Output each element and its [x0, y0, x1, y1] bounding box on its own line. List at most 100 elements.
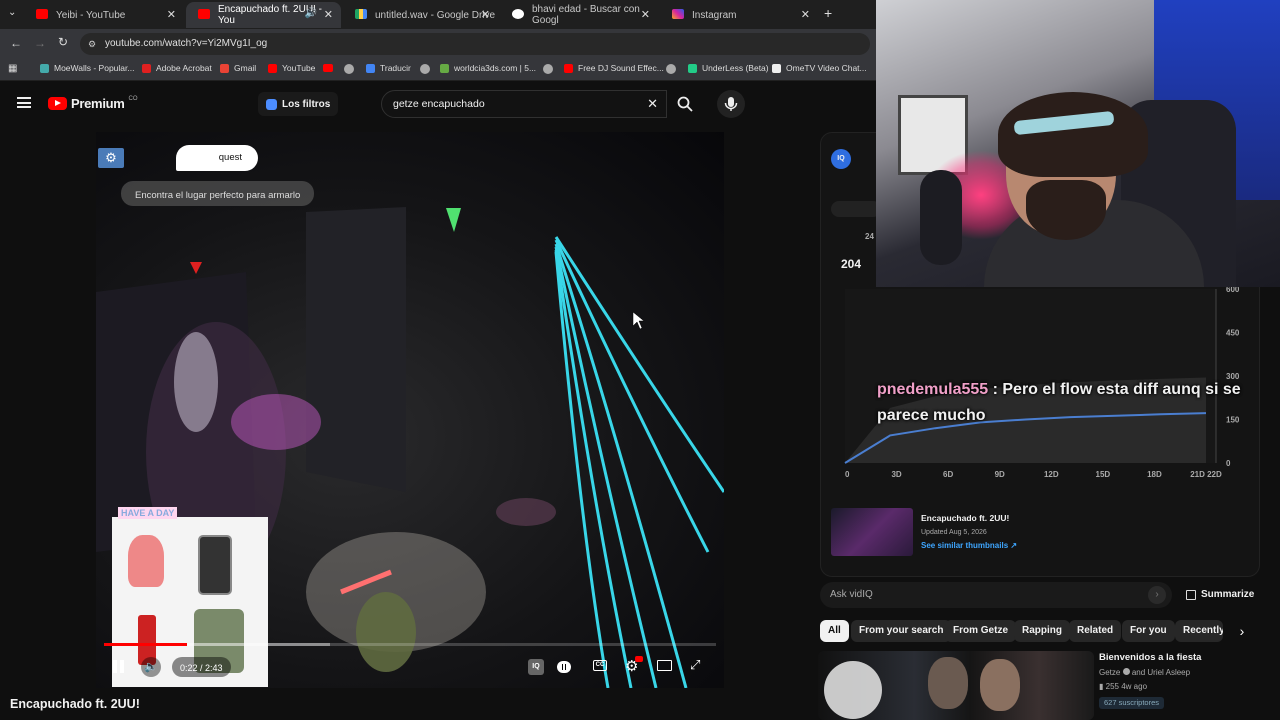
views-icon: ▮ — [1099, 682, 1104, 691]
tab-encapuchado[interactable]: Encapuchado ft. 2UU! - You 🔊 ✕ — [186, 2, 341, 28]
summarize-button[interactable]: Summarize — [1186, 589, 1254, 600]
bookmark-youtube[interactable]: YouTube — [268, 63, 315, 73]
globe-icon[interactable] — [543, 64, 553, 74]
logo-text: Premium — [71, 96, 125, 111]
vidiq-button[interactable]: IQ — [528, 659, 544, 675]
rec-title[interactable]: Bienvenidos a la fiesta — [1099, 652, 1201, 663]
bookmark-gmail[interactable]: Gmail — [220, 63, 256, 73]
chips-next-button[interactable]: › — [1232, 622, 1252, 642]
chat-separator: : — [988, 381, 1003, 398]
sticker-label: HAVE A DAY — [118, 507, 178, 519]
search-input[interactable]: getze encapuchado ✕ — [381, 90, 667, 118]
mouse-cursor-icon — [632, 311, 645, 330]
volume-button[interactable]: 🔈 — [141, 657, 161, 677]
bookmark-traducir[interactable]: Traducir — [366, 63, 411, 73]
clear-search-icon[interactable]: ✕ — [647, 96, 658, 112]
bookmarks-bar: ▦ MoeWalls - Popular... Adobe Acrobat Gm… — [0, 59, 876, 81]
progress-played — [104, 643, 187, 646]
bookmark-worldcia[interactable]: worldcia3ds.com | 5... — [440, 63, 536, 73]
ask-vidiq-input[interactable]: Ask vidIQ › — [820, 582, 1172, 608]
speaker-icon[interactable]: 🔊 — [305, 8, 317, 19]
send-chevron-icon[interactable]: › — [1148, 586, 1166, 604]
youtube-favicon-icon — [36, 9, 48, 19]
filters-label: Los filtros — [282, 98, 331, 110]
settings-gear-icon[interactable]: ⚙ — [98, 148, 124, 168]
youtube-logo[interactable]: Premium CO — [48, 96, 138, 111]
vidiq-logo-icon[interactable]: IQ — [831, 149, 851, 169]
chart-x-tick: 15D — [1096, 470, 1111, 479]
video-title: Encapuchado ft. 2UU! — [10, 697, 140, 711]
chip-from-getze[interactable]: From Getze — [945, 620, 1017, 642]
bape-sticker — [128, 535, 164, 587]
worldcia-icon — [440, 63, 449, 73]
tab-google-search[interactable]: bhavi edad - Buscar con Googl ✕ — [500, 2, 658, 28]
close-tab-icon[interactable]: ✕ — [481, 8, 490, 21]
ometv-icon — [772, 63, 781, 73]
volume-icon: 🔈 — [144, 661, 158, 673]
tab-label: Instagram — [692, 9, 737, 21]
recommended-thumbnail[interactable] — [818, 651, 1094, 720]
drive-favicon-icon — [355, 9, 367, 19]
filters-button[interactable]: Los filtros — [258, 92, 339, 116]
site-info-icon[interactable]: ⚙ — [88, 33, 96, 55]
bookmark-ometv[interactable]: OmeTV Video Chat... — [772, 63, 867, 73]
chip-related[interactable]: Related — [1069, 620, 1122, 642]
fullscreen-button[interactable]: ⤢ — [690, 657, 700, 673]
reload-icon[interactable]: ↻ — [58, 35, 68, 49]
autoplay-pause-icon — [562, 664, 566, 670]
autoplay-toggle[interactable] — [557, 661, 571, 673]
microphone — [920, 170, 962, 265]
tab-search-chevron-icon[interactable]: ⌄ — [8, 7, 16, 18]
hamburger-menu-icon[interactable] — [17, 97, 31, 108]
bookmark-free-dj[interactable]: Free DJ Sound Effec... — [564, 63, 664, 73]
similar-thumbnail[interactable] — [831, 508, 913, 556]
verified-icon — [1122, 668, 1130, 675]
rec-channel[interactable]: Getze and Uriel Asleep — [1099, 668, 1190, 677]
video-player[interactable]: ⚙ quest Encontra el lugar perfecto para … — [96, 132, 724, 688]
close-tab-icon[interactable]: ✕ — [324, 8, 333, 21]
pause-button[interactable] — [113, 660, 127, 674]
youtube-small-icon[interactable] — [323, 64, 333, 72]
close-tab-icon[interactable]: ✕ — [801, 8, 810, 21]
tab-yeibi[interactable]: Yeibi - YouTube ✕ — [24, 2, 184, 28]
theater-mode-button[interactable] — [657, 660, 672, 671]
url-input[interactable]: ⚙ youtube.com/watch?v=Yi2MVg1I_og — [80, 33, 870, 55]
captions-button[interactable]: CC — [593, 660, 607, 671]
book-icon — [1186, 589, 1196, 600]
tab-google-drive[interactable]: untitled.wav - Google Drive ✕ — [343, 2, 498, 28]
translate-icon — [366, 63, 375, 73]
address-toolbar: ← → ↻ ⚙ youtube.com/watch?v=Yi2MVg1I_og — [0, 29, 876, 59]
apps-grid-icon[interactable]: ▦ — [8, 63, 17, 74]
globe-icon[interactable] — [344, 64, 354, 74]
forward-icon[interactable]: → — [34, 36, 46, 50]
progress-bar[interactable] — [104, 643, 716, 646]
chart-y-tick: 450 — [1226, 329, 1240, 338]
chip-for-you[interactable]: For you — [1122, 620, 1175, 642]
moewalls-icon — [40, 63, 49, 73]
voice-search-button[interactable] — [717, 90, 745, 118]
youtube-favicon-icon — [198, 9, 210, 19]
globe-icon[interactable] — [420, 64, 430, 74]
similar-thumbnails-link[interactable]: See similar thumbnails ↗ — [921, 541, 1017, 550]
chart-y-tick: 0 — [1226, 459, 1231, 468]
underless-icon — [688, 63, 697, 73]
close-tab-icon[interactable]: ✕ — [641, 8, 650, 21]
bookmark-underless[interactable]: UnderLess (Beta) — [688, 63, 769, 73]
close-tab-icon[interactable]: ✕ — [167, 8, 176, 21]
search-button[interactable] — [667, 90, 703, 118]
panel-search-bar — [831, 201, 881, 217]
tab-instagram[interactable]: Instagram ✕ — [660, 2, 818, 28]
bookmark-acrobat[interactable]: Adobe Acrobat — [142, 63, 212, 73]
chart-x-tick: 6D — [943, 470, 953, 479]
search-icon — [677, 96, 693, 112]
back-icon[interactable]: ← — [10, 36, 22, 50]
chip-rapping[interactable]: Rapping — [1014, 620, 1070, 642]
new-tab-icon[interactable]: + — [824, 5, 832, 21]
chip-from-your-search[interactable]: From your search — [851, 620, 952, 642]
chip-all[interactable]: All — [820, 620, 849, 642]
settings-button[interactable]: ⚙ — [625, 656, 643, 675]
globe-icon[interactable] — [666, 64, 676, 74]
chip-recently[interactable]: Recently — [1175, 620, 1223, 642]
bookmark-moewalls[interactable]: MoeWalls - Popular... — [40, 63, 134, 73]
gmail-icon — [220, 63, 229, 73]
